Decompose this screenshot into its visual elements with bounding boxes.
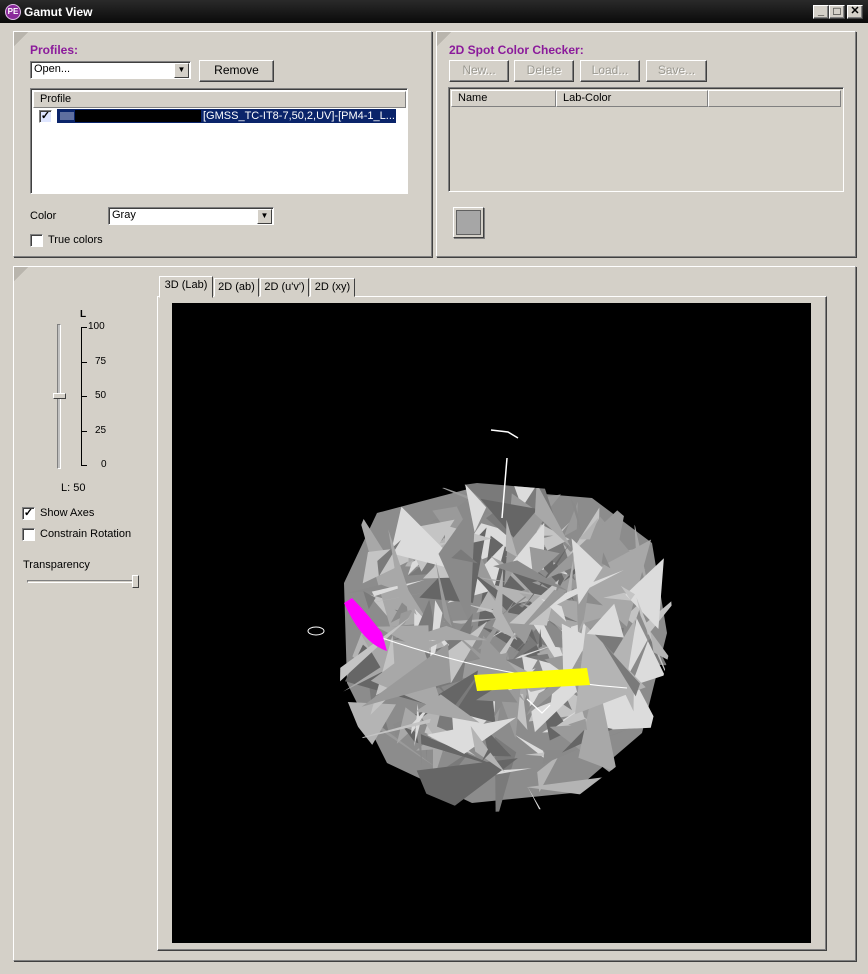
true-colors-label: True colors xyxy=(48,234,103,246)
l-slider-title: L xyxy=(80,309,87,320)
redacted-text xyxy=(75,110,201,122)
spot-color-swatch[interactable] xyxy=(453,207,484,238)
name-column-header[interactable]: Name xyxy=(451,90,556,107)
title-bar: PE Gamut View _ □ ✕ xyxy=(0,0,868,23)
profile-list[interactable]: Profile ✓ [GMSS_TC-IT8-7,50,2,UV]-[PM4-1… xyxy=(30,88,408,194)
tab-3d-lab[interactable]: 3D (Lab) xyxy=(159,276,213,298)
l-scale-tick-label: 50 xyxy=(95,390,107,401)
gamut-3d-viewport[interactable] xyxy=(172,303,811,943)
gamut-3d-render xyxy=(307,429,674,813)
spot-color-swatch-fill xyxy=(456,210,481,235)
app-icon: PE xyxy=(5,4,21,20)
profile-item-name: [GMSS_TC-IT8-7,50,2,UV]-[PM4-1_L... xyxy=(203,110,395,122)
open-profile-combo[interactable]: Open... ▼ xyxy=(30,61,191,79)
profile-item-checkbox[interactable]: ✓ xyxy=(39,110,52,123)
color-label: Color xyxy=(30,210,57,222)
window-title: Gamut View xyxy=(24,5,93,19)
open-profile-value: Open... xyxy=(34,63,71,75)
transparency-slider-track[interactable] xyxy=(27,580,139,583)
l-scale-tick xyxy=(81,430,87,432)
transparency-label: Transparency xyxy=(23,559,90,571)
save-button[interactable]: Save... xyxy=(646,60,707,82)
show-axes-label: Show Axes xyxy=(40,507,95,519)
remove-button[interactable]: Remove xyxy=(199,60,274,82)
maximize-button[interactable]: □ xyxy=(829,5,845,19)
profiles-title: Profiles: xyxy=(30,43,79,57)
lab-color-column-header[interactable]: Lab-Color xyxy=(556,90,708,107)
l-axis-label-glyph xyxy=(490,429,519,439)
profile-item[interactable]: [GMSS_TC-IT8-7,50,2,UV]-[PM4-1_L... xyxy=(57,109,396,123)
empty-column-header xyxy=(708,90,841,107)
tab-2d-xy[interactable]: 2D (xy) xyxy=(310,278,355,297)
l-scale-tick xyxy=(81,396,87,397)
l-value-label: L: 50 xyxy=(61,482,86,494)
load-button[interactable]: Load... xyxy=(580,60,640,82)
profile-column-header[interactable]: Profile xyxy=(33,91,406,108)
new-button[interactable]: New... xyxy=(449,60,509,82)
b-axis-label-glyph xyxy=(307,626,325,636)
l-scale-tick-label: 100 xyxy=(88,321,105,332)
profile-item-thumbnail xyxy=(60,112,74,120)
tab-2d-uv[interactable]: 2D (u'v') xyxy=(260,278,309,297)
chevron-down-icon[interactable]: ▼ xyxy=(174,63,189,78)
l-scale-tick-label: 25 xyxy=(95,424,107,436)
constrain-rotation-checkbox[interactable] xyxy=(22,528,35,541)
l-scale-tick-label: 0 xyxy=(101,459,107,470)
spot-color-list[interactable]: Name Lab-Color xyxy=(448,87,844,192)
true-colors-checkbox[interactable] xyxy=(30,234,43,247)
l-scale-tick xyxy=(81,327,87,328)
delete-button[interactable]: Delete xyxy=(514,60,574,82)
panel-notch xyxy=(14,267,28,281)
close-button[interactable]: ✕ xyxy=(847,5,863,19)
l-scale-tick xyxy=(81,361,87,363)
show-axes-checkbox[interactable]: ✓ xyxy=(22,507,35,520)
spot-checker-title: 2D Spot Color Checker: xyxy=(449,43,584,57)
l-slider-thumb[interactable] xyxy=(53,393,66,399)
transparency-slider-thumb[interactable] xyxy=(132,575,139,588)
chevron-down-icon[interactable]: ▼ xyxy=(257,209,272,224)
minimize-button[interactable]: _ xyxy=(813,5,829,19)
constrain-rotation-label: Constrain Rotation xyxy=(40,528,132,540)
tab-2d-ab[interactable]: 2D (ab) xyxy=(214,278,259,297)
panel-notch xyxy=(14,32,28,46)
l-scale-tick-label: 75 xyxy=(95,355,107,367)
color-combo-value: Gray xyxy=(112,209,136,221)
color-combo[interactable]: Gray ▼ xyxy=(108,207,274,225)
l-scale-tick xyxy=(81,465,87,466)
